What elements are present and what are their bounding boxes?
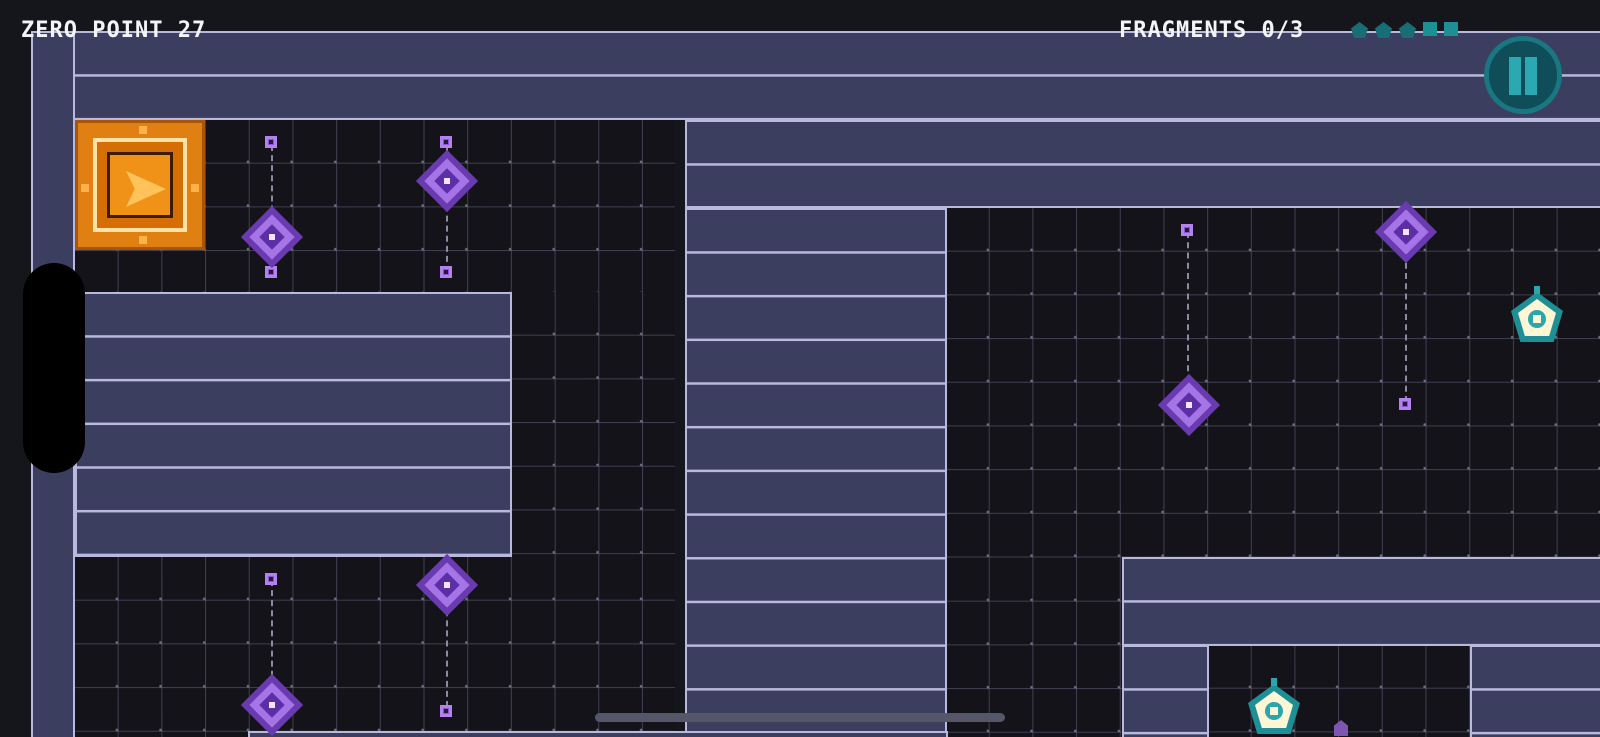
diamond-sentry-icon <box>415 553 479 617</box>
wall-lower-right-pillar <box>1122 645 1209 737</box>
pentagon-fragment-icon <box>1248 678 1300 734</box>
home-indicator[interactable] <box>595 713 1005 722</box>
start-pad <box>75 120 205 250</box>
floor-region <box>75 557 675 737</box>
wall-center-column <box>685 208 947 737</box>
progress-marker-icon <box>1423 22 1437 36</box>
diamond-sentry-icon <box>240 205 304 269</box>
wall-bottom-edge <box>248 731 948 737</box>
fragment-progress <box>1351 22 1458 38</box>
floor-region <box>512 292 675 557</box>
progress-marker-icon <box>1351 22 1368 38</box>
diamond-sentry-icon <box>415 149 479 213</box>
diamond-sentry-icon <box>1157 373 1221 437</box>
rail-anchor <box>265 573 277 585</box>
game-stage[interactable] <box>0 0 1600 737</box>
floor-region <box>946 208 1600 558</box>
pentagon-fragment-icon <box>1511 286 1563 342</box>
rail-anchor <box>1399 398 1411 410</box>
wall-lower-right <box>1122 557 1600 646</box>
wall-top <box>31 31 1600 120</box>
diamond-sentry-icon <box>1374 200 1438 264</box>
rail-anchor <box>265 136 277 148</box>
diamond-sentry-icon <box>240 673 304 737</box>
rail-anchor <box>440 136 452 148</box>
wall-lower-right-block <box>1470 645 1600 737</box>
wall-left-block <box>75 292 512 557</box>
side-handle[interactable] <box>23 263 85 473</box>
rail-anchor <box>1181 224 1193 236</box>
rail-anchor <box>440 266 452 278</box>
arrow-ship-icon[interactable] <box>126 171 166 207</box>
progress-marker-icon <box>1399 22 1416 38</box>
progress-marker-icon <box>1375 22 1392 38</box>
fragments-counter: FRAGMENTS 0/3 <box>1119 18 1305 43</box>
progress-marker-icon <box>1444 22 1458 36</box>
rail-anchor <box>440 705 452 717</box>
floor-region <box>946 558 1122 737</box>
pause-button[interactable] <box>1484 36 1562 114</box>
level-title: ZERO POINT 27 <box>21 18 207 43</box>
wall-upper-right <box>685 120 1600 208</box>
